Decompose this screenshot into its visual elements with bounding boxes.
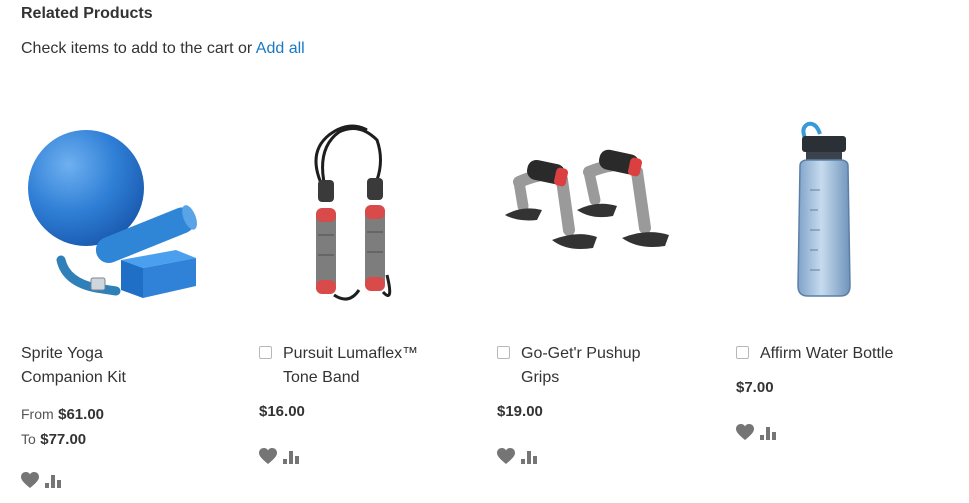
price-from: $61.00 — [58, 406, 105, 423]
product-name-line[interactable]: Go-Get'r Pushup — [521, 342, 641, 366]
product-actions — [497, 448, 547, 466]
product-name-line[interactable]: Tone Band — [283, 366, 418, 390]
product-image[interactable] — [21, 110, 241, 330]
product-image[interactable] — [259, 110, 479, 330]
price-from-label: From — [21, 406, 54, 422]
product-price: $16.00 — [259, 403, 305, 420]
product-actions — [259, 448, 309, 466]
heart-icon[interactable] — [497, 448, 515, 464]
product-name-line[interactable]: Grips — [521, 366, 641, 390]
product-actions — [21, 472, 71, 490]
compare-bars-icon[interactable] — [760, 427, 776, 440]
product-name-line[interactable]: Companion Kit — [21, 366, 241, 390]
product-name-line[interactable]: Pursuit Lumaflex™ — [283, 342, 418, 366]
add-to-cart-checkbox[interactable] — [497, 346, 510, 359]
product-image[interactable] — [497, 110, 717, 330]
intro-text: Check items to add to the cart or — [21, 40, 253, 57]
section-title: Related Products — [21, 5, 153, 22]
product-price: $7.00 — [736, 379, 774, 396]
add-all-link[interactable]: Add all — [256, 40, 305, 57]
compare-bars-icon[interactable] — [45, 475, 61, 488]
water-bottle-image — [797, 121, 851, 297]
tone-band-image — [314, 124, 392, 301]
price-to-label: To — [21, 431, 36, 447]
yoga-kit-image — [28, 130, 197, 298]
price-range: From $61.00 To $77.00 — [21, 402, 104, 452]
product-name-line[interactable]: Affirm Water Bottle — [760, 342, 893, 366]
product-name-line[interactable]: Sprite Yoga — [21, 342, 241, 366]
compare-bars-icon[interactable] — [283, 451, 299, 464]
compare-bars-icon[interactable] — [521, 451, 537, 464]
intro-text-line: Check items to add to the cart or Add al… — [21, 40, 305, 58]
product-price: $19.00 — [497, 403, 543, 420]
heart-icon[interactable] — [21, 472, 39, 488]
add-to-cart-checkbox[interactable] — [259, 346, 272, 359]
product-image[interactable] — [736, 110, 956, 330]
product-actions — [736, 424, 786, 442]
price-to: $77.00 — [40, 431, 87, 448]
pushup-grips-image — [505, 149, 669, 249]
add-to-cart-checkbox[interactable] — [736, 346, 749, 359]
heart-icon[interactable] — [736, 424, 754, 440]
heart-icon[interactable] — [259, 448, 277, 464]
product-name[interactable]: Sprite Yoga Companion Kit — [21, 342, 241, 390]
